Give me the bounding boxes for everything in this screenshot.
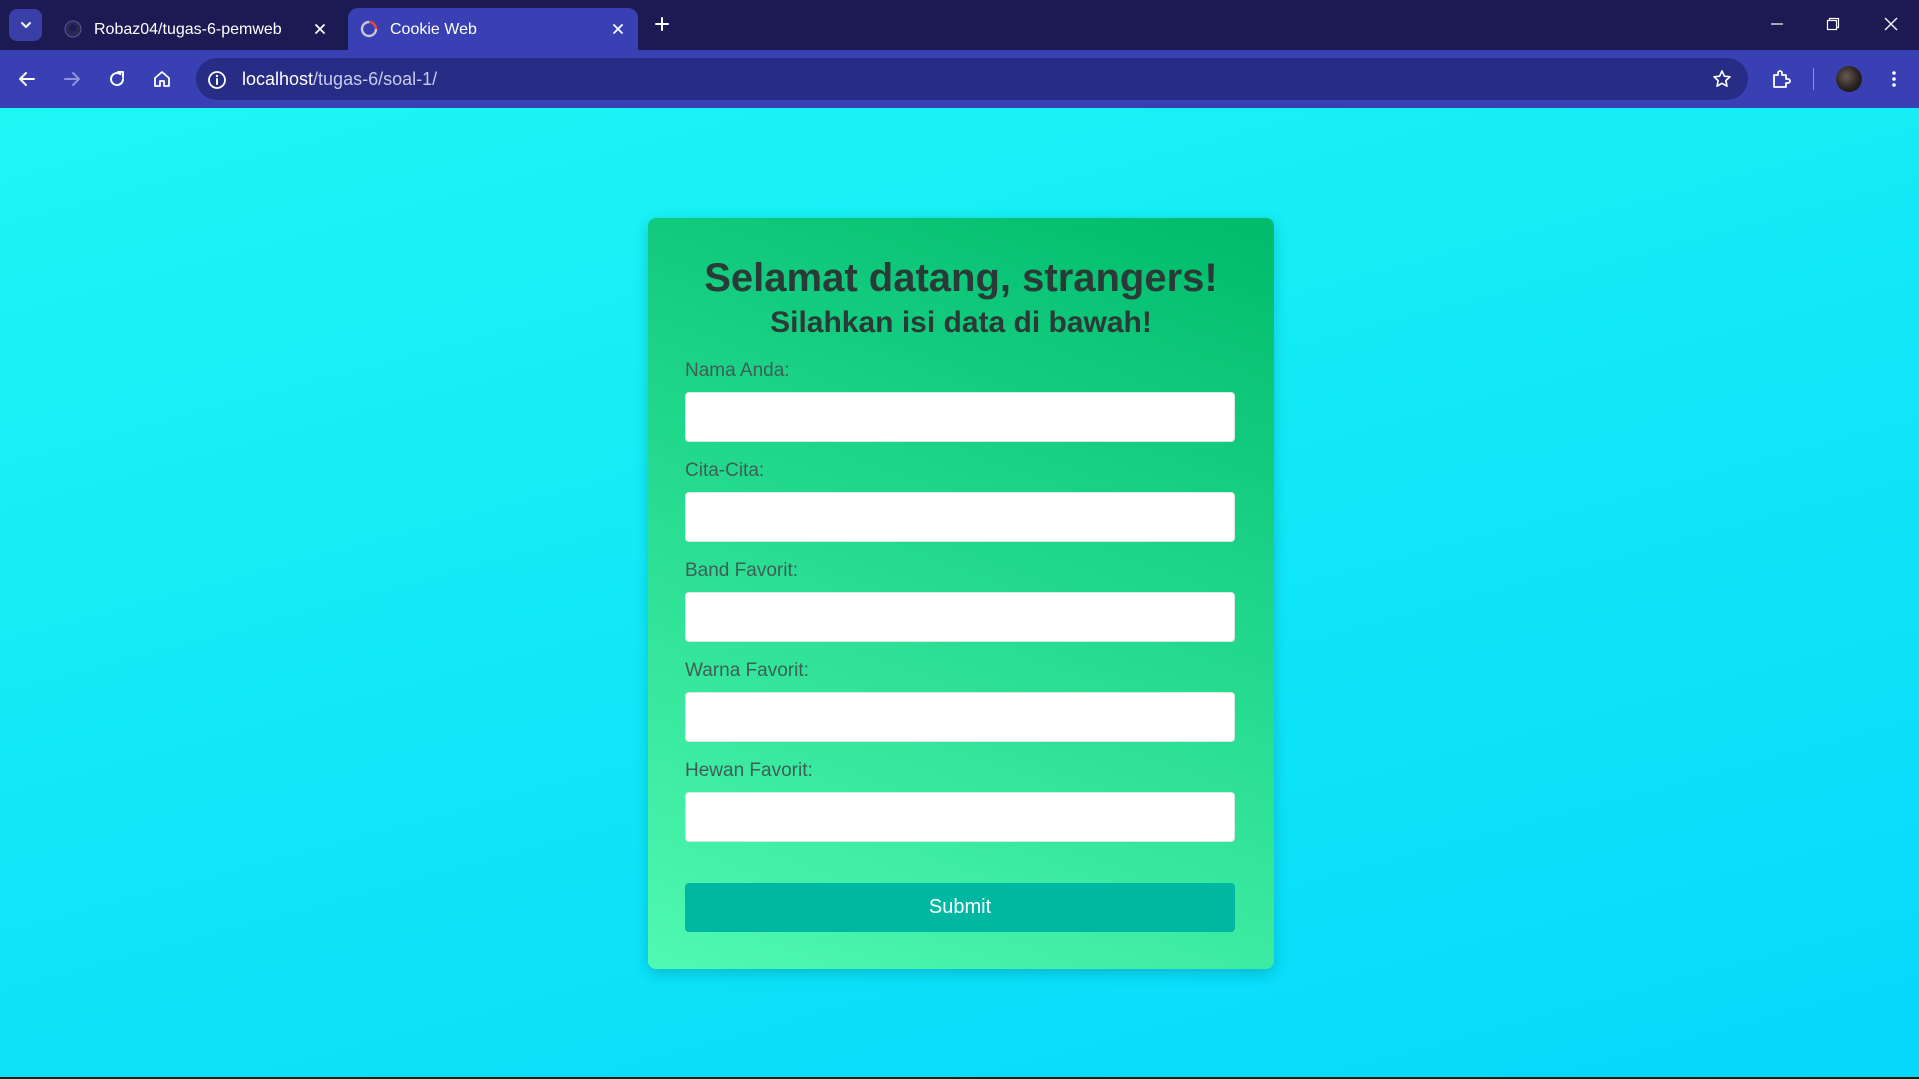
browser-tab-github[interactable]: Robaz04/tugas-6-pemweb [52,8,340,50]
github-icon [64,20,82,38]
home-icon [154,71,170,87]
new-tab-button[interactable] [651,13,673,35]
globe-icon [360,20,378,38]
browser-menu-button[interactable] [1879,64,1909,94]
close-icon [1884,17,1898,31]
band-favorit-input[interactable] [685,592,1235,642]
tab-label: Robaz04/tugas-6-pemweb [94,21,282,38]
plus-icon [655,17,669,31]
extensions-button[interactable] [1766,64,1796,94]
hewan-favorit-input[interactable] [685,792,1235,842]
back-button[interactable] [12,64,42,94]
reload-icon [110,71,125,87]
forward-button[interactable] [57,64,87,94]
warna-favorit-input[interactable] [685,692,1235,742]
address-bar[interactable]: localhost/tugas-6/soal-1/ [196,58,1748,100]
close-tab-icon[interactable] [310,19,330,39]
restore-window-button[interactable] [1815,10,1851,38]
minimize-window-button[interactable] [1759,10,1795,38]
profile-avatar[interactable] [1836,66,1862,92]
browser-toolbar: localhost/tugas-6/soal-1/ [0,50,1919,108]
bookmark-star-icon[interactable] [1710,67,1734,91]
url-path: /tugas-6/soal-1/ [313,69,438,89]
arrow-left-icon [19,72,35,86]
tab-search-button[interactable] [9,9,42,41]
site-info-icon[interactable] [206,69,228,91]
close-window-button[interactable] [1873,10,1909,38]
arrow-right-icon [64,72,80,86]
page-viewport: Selamat datang, strangers! Silahkan isi … [0,108,1919,1079]
close-tab-icon[interactable] [608,19,628,39]
page-title: Selamat datang, strangers! [704,256,1218,300]
chevron-down-icon [20,22,31,28]
puzzle-icon [1773,70,1791,88]
minimize-icon [1771,23,1783,25]
cita-cita-label: Cita-Cita: [685,460,765,481]
page-subtitle: Silahkan isi data di bawah! [770,306,1152,339]
nama-label: Nama Anda: [685,360,790,381]
url-text[interactable]: localhost/tugas-6/soal-1/ [242,69,437,90]
home-button[interactable] [147,64,177,94]
more-vertical-icon [1892,71,1896,87]
submit-button[interactable]: Submit [685,883,1235,932]
warna-favorit-label: Warna Favorit: [685,660,809,681]
toolbar-divider [1813,68,1814,90]
restore-icon [1826,17,1840,31]
browser-tab-strip: Robaz04/tugas-6-pemweb Cookie Web [0,0,1919,50]
url-host: localhost [242,69,314,89]
cita-cita-input[interactable] [685,492,1235,542]
browser-tab-cookie-web[interactable]: Cookie Web [348,8,638,50]
band-favorit-label: Band Favorit: [685,560,798,581]
reload-button[interactable] [102,64,132,94]
nama-input[interactable] [685,392,1235,442]
hewan-favorit-label: Hewan Favorit: [685,760,813,781]
form-card: Selamat datang, strangers! Silahkan isi … [648,218,1274,969]
tab-label: Cookie Web [390,21,477,38]
